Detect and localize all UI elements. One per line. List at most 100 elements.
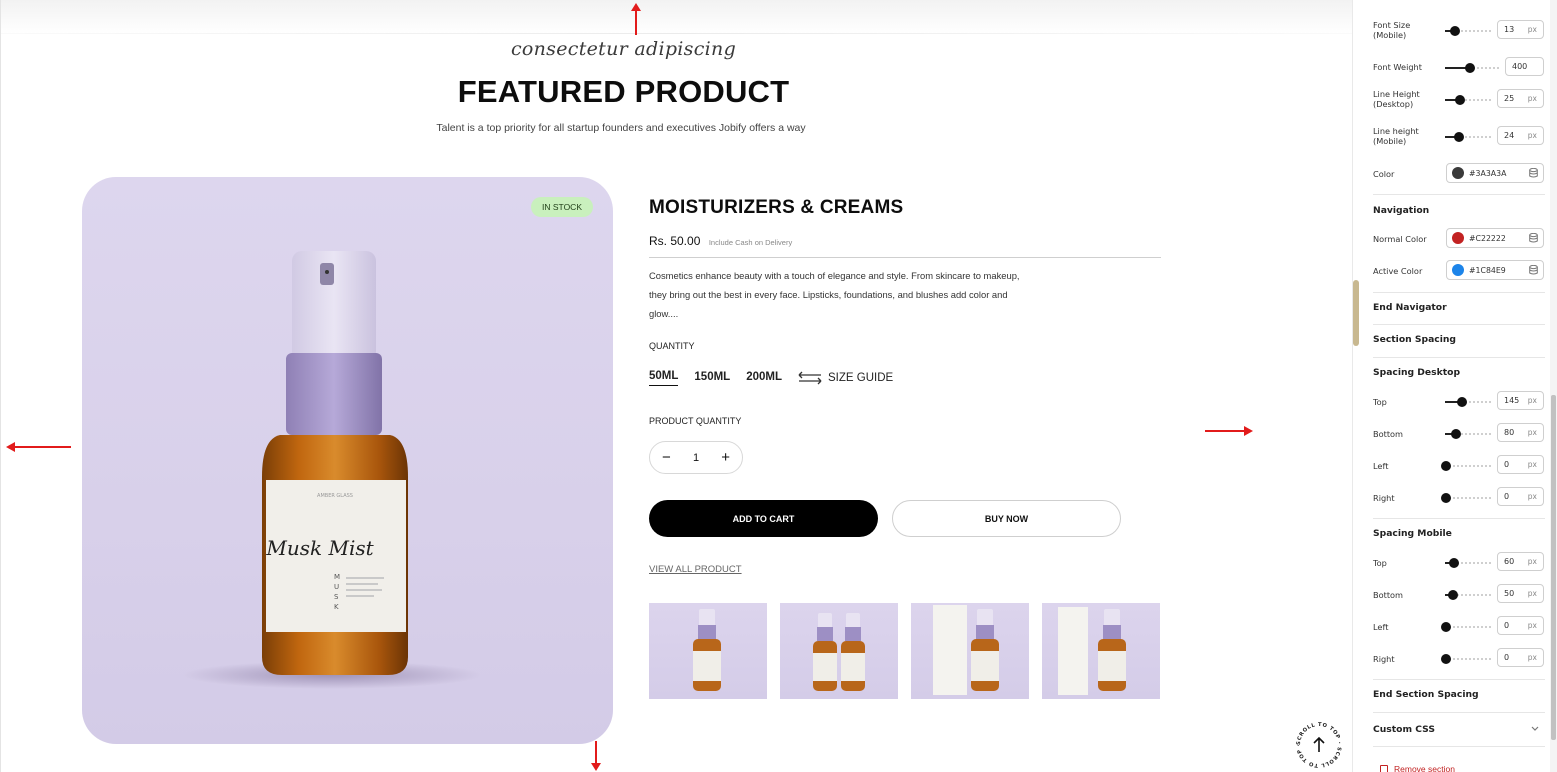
divider [1373, 518, 1545, 519]
spacing-mobile-bottom-input[interactable]: 50 px [1497, 584, 1544, 603]
line-height-desktop-knob[interactable] [1454, 95, 1465, 105]
svg-text:M: M [334, 573, 340, 581]
end-section-spacing-heading: End Section Spacing [1373, 689, 1479, 700]
spacing-desktop-top-input[interactable]: 145 px [1497, 391, 1544, 410]
text-color-picker[interactable]: #3A3A3A [1446, 163, 1544, 183]
spacing-desktop-right-slider[interactable] [1445, 497, 1491, 499]
spacing-desktop-heading: Spacing Desktop [1373, 367, 1461, 378]
spacing-mobile-right-row: Right 0 px [1373, 647, 1545, 671]
font-size-mobile-input[interactable]: 13 px [1497, 20, 1544, 39]
color-hex-value: #3A3A3A [1469, 168, 1507, 178]
active-color-row: Active Color #1C84E9 [1373, 259, 1545, 283]
spacing-mobile-left-input[interactable]: 0 px [1497, 616, 1544, 635]
product-main-image[interactable]: AMBER GLASS Musk Mist M U S K IN STOCK [82, 177, 613, 744]
spacing-desktop-top-knob[interactable] [1457, 397, 1468, 407]
spacing-desktop-left-input[interactable]: 0 px [1497, 455, 1544, 474]
spacing-mobile-right-slider[interactable] [1445, 658, 1491, 660]
product-title: MOISTURIZERS & CREAMS [649, 197, 904, 218]
spacing-mobile-bottom-knob[interactable] [1447, 590, 1458, 600]
quantity-stepper: − 1 + [649, 441, 743, 474]
chevron-down-icon [1531, 726, 1539, 731]
spacing-desktop-bottom-input[interactable]: 80 px [1497, 423, 1544, 442]
panel-scrollbar-thumb[interactable] [1551, 395, 1556, 740]
thumbnail-bottle-image [693, 609, 721, 691]
size-option-150ml[interactable]: 150ML [694, 371, 730, 386]
divider [1373, 324, 1545, 325]
normal-color-picker[interactable]: #C22222 [1446, 228, 1544, 248]
size-options: 50ML 150ML 200ML SIZE GUIDE [649, 370, 893, 386]
font-size-mobile-knob[interactable] [1450, 26, 1461, 36]
svg-text:AMBER GLASS: AMBER GLASS [317, 493, 353, 499]
arrow-left-icon [6, 442, 71, 452]
product-description: Cosmetics enhance beauty with a touch of… [649, 266, 1029, 323]
decrease-quantity-button[interactable]: − [662, 449, 671, 466]
add-to-cart-button[interactable]: ADD TO CART [649, 500, 878, 537]
line-height-desktop-label: Line Height (Desktop) [1373, 89, 1420, 109]
scroll-to-top-button[interactable]: SCROLL TO TOP · SCROLL TO TOP · [1293, 719, 1345, 771]
line-height-desktop-input[interactable]: 25 px [1497, 89, 1544, 108]
product-price: Rs. 50.00 [649, 234, 701, 248]
thumbnail-2[interactable] [780, 603, 898, 699]
database-icon [1529, 233, 1538, 243]
divider [1373, 194, 1545, 195]
svg-text:K: K [334, 603, 339, 611]
font-weight-knob[interactable] [1465, 63, 1476, 73]
view-all-products-link[interactable]: VIEW ALL PRODUCT [649, 564, 742, 575]
spacing-left-label: Left [1373, 461, 1389, 471]
spacing-desktop-right-input[interactable]: 0 px [1497, 487, 1544, 506]
thumbnail-bottle-box-image [933, 605, 999, 695]
arrow-right-icon [1205, 426, 1253, 436]
spacing-top-label: Top [1373, 558, 1387, 568]
spacing-desktop-left-slider[interactable] [1445, 465, 1491, 467]
thumbnail-bottle-image [813, 613, 865, 691]
top-strip [1, 0, 1352, 34]
database-icon [1529, 265, 1538, 275]
spacing-desktop-left-knob[interactable] [1441, 461, 1451, 471]
end-navigator-heading: End Navigator [1373, 302, 1447, 313]
font-size-mobile-row: Font Size (Mobile) 13 px [1373, 19, 1545, 43]
price-note: Include Cash on Delivery [708, 238, 793, 247]
remove-section-button[interactable]: Remove section [1380, 764, 1455, 772]
line-height-mobile-knob[interactable] [1453, 132, 1464, 142]
spacing-mobile-right-input[interactable]: 0 px [1497, 648, 1544, 667]
font-weight-input[interactable]: 400 [1505, 57, 1544, 76]
panel-resize-handle[interactable] [1353, 280, 1359, 346]
spacing-desktop-bottom-knob[interactable] [1451, 429, 1462, 439]
color-swatch [1452, 264, 1464, 276]
divider [1373, 712, 1545, 713]
spacing-mobile-top-knob[interactable] [1448, 558, 1459, 568]
spacing-mobile-left-slider[interactable] [1445, 626, 1491, 628]
thumbnail-3[interactable] [911, 603, 1029, 699]
active-color-label: Active Color [1373, 266, 1423, 276]
bottle-brand-text: Musk Mist [265, 536, 374, 560]
spacing-mobile-top-row: Top 60 px [1373, 551, 1545, 575]
divider [1373, 746, 1545, 747]
custom-css-accordion[interactable]: Custom CSS [1373, 724, 1545, 735]
divider [1373, 679, 1545, 680]
spacing-desktop-right-knob[interactable] [1441, 493, 1451, 503]
active-color-picker[interactable]: #1C84E9 [1446, 260, 1544, 280]
quantity-value: 1 [692, 451, 700, 464]
size-guide-link[interactable]: SIZE GUIDE [798, 371, 893, 385]
buy-now-button[interactable]: BUY NOW [892, 500, 1121, 537]
size-option-200ml[interactable]: 200ML [746, 371, 782, 386]
normal-color-label: Normal Color [1373, 234, 1427, 244]
line-height-mobile-input[interactable]: 24 px [1497, 126, 1544, 145]
database-icon [1529, 168, 1538, 178]
spacing-mobile-bottom-row: Bottom 50 px [1373, 583, 1545, 607]
section-subheading: consectetur adipiscing [510, 38, 737, 60]
spacing-mobile-left-knob[interactable] [1441, 622, 1451, 632]
color-hex-value: #C22222 [1469, 233, 1506, 243]
arrow-up-icon [631, 3, 641, 35]
serum-bottle-illustration: AMBER GLASS Musk Mist M U S K [182, 251, 482, 689]
increase-quantity-button[interactable]: + [721, 449, 730, 466]
spacing-top-label: Top [1373, 397, 1387, 407]
color-swatch [1452, 167, 1464, 179]
thumbnail-4[interactable] [1042, 603, 1160, 699]
spacing-mobile-top-input[interactable]: 60 px [1497, 552, 1544, 571]
line-height-desktop-row: Line Height (Desktop) 25 px [1373, 88, 1545, 112]
scroll-to-top-badge: SCROLL TO TOP · SCROLL TO TOP · [1296, 722, 1342, 768]
spacing-mobile-right-knob[interactable] [1441, 654, 1451, 664]
size-option-50ml[interactable]: 50ML [649, 370, 679, 386]
thumbnail-1[interactable] [649, 603, 767, 699]
